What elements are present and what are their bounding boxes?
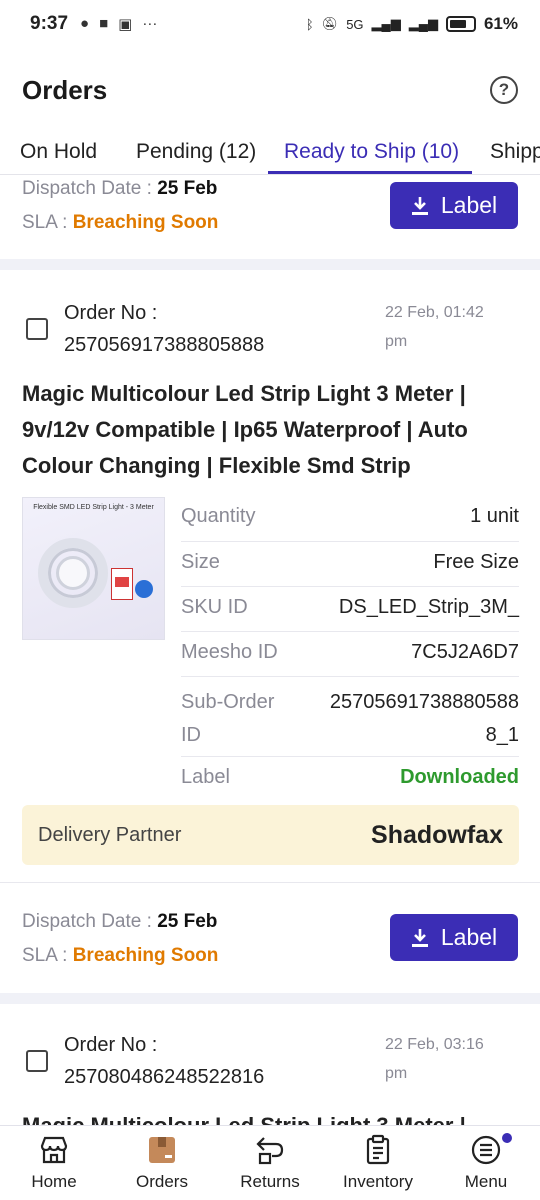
sub-order-key: Sub-Order ID <box>181 691 275 746</box>
box-icon <box>149 1137 175 1163</box>
page-title: Orders <box>22 74 108 105</box>
return-icon <box>256 1137 284 1165</box>
orders-list[interactable]: Dispatch Date : 25 Feb SLA : Breaching S… <box>0 175 540 1125</box>
calendar-icon: ▣ <box>118 16 133 33</box>
nav-inventory[interactable]: Inventory <box>324 1126 432 1200</box>
sub-order-value: 25705691738880588 8_1 <box>329 691 519 746</box>
tab-ready-to-ship[interactable]: Ready to Ship (10) <box>284 140 459 164</box>
order-checkbox[interactable] <box>26 318 48 340</box>
bottom-navigation: Home Orders Returns Inventory Menu <box>0 1125 540 1200</box>
section-gap <box>0 993 540 1004</box>
download-icon <box>411 928 428 947</box>
clipboard-icon <box>366 1134 390 1165</box>
mute-icon: 🔕︎ <box>321 16 339 31</box>
system-icons: ᛒ 🔕︎ 5G ▂▄▆ ▂▄▆ 61% <box>306 14 518 34</box>
question-circle-icon[interactable]: ? <box>490 76 518 104</box>
order-date: 22 Feb, 01:42 pm <box>385 304 484 350</box>
section-gap <box>0 259 540 270</box>
controller-image <box>135 580 153 598</box>
detail-row-meesho-id: Meesho ID 7C5J2A6D7 <box>181 632 519 677</box>
delivery-partner-name: Shadowfax <box>371 821 503 849</box>
delivery-partner-box: Delivery Partner Shadowfax <box>22 805 519 865</box>
product-title: Magic Multicolour Led Strip Light 3 Mete… <box>22 1108 522 1125</box>
signal-icon: ▂▄▆ <box>371 16 401 31</box>
detail-row-sub-order-id: Sub-Order ID 25705691738880588 8_1 <box>181 677 519 757</box>
store-icon <box>40 1136 68 1164</box>
product-title: Magic Multicolour Led Strip Light 3 Mete… <box>22 381 468 478</box>
nav-returns[interactable]: Returns <box>216 1126 324 1200</box>
order-date: 22 Feb, 03:16 pm <box>385 1036 484 1082</box>
dispatch-date: Dispatch Date : 25 Feb <box>22 178 218 199</box>
sla-status: SLA : Breaching Soon <box>22 945 219 966</box>
tab-pending[interactable]: Pending (12) <box>136 140 256 164</box>
order-tabs: On Hold Pending (12) Ready to Ship (10) … <box>0 130 540 175</box>
menu-notification-dot <box>502 1133 512 1143</box>
delivery-partner-label: Delivery Partner <box>38 824 182 846</box>
dispatch-date: Dispatch Date : 25 Feb <box>22 911 218 932</box>
status-bar: 9:37 ● ■ ▣ ··· ᛒ 🔕︎ 5G ▂▄▆ ▂▄▆ 61% <box>0 0 540 48</box>
battery-icon <box>445 16 476 32</box>
menu-icon <box>471 1135 501 1165</box>
notification-icons: ● ■ ▣ ··· <box>80 15 157 33</box>
nav-home[interactable]: Home <box>0 1126 108 1200</box>
sla-status: SLA : Breaching Soon <box>22 212 219 233</box>
nav-menu[interactable]: Menu <box>432 1126 540 1200</box>
download-label-button[interactable]: Label <box>390 914 518 961</box>
video-icon: ■ <box>99 15 109 32</box>
bluetooth-icon: ᛒ <box>305 16 314 32</box>
active-tab-indicator <box>268 171 472 174</box>
battery-percent: 61% <box>483 14 518 33</box>
page-header: Orders ? <box>0 60 540 120</box>
nav-orders[interactable]: Orders <box>108 1126 216 1200</box>
dispatch-row: Dispatch Date : 25 Feb SLA : Breaching S… <box>0 175 540 255</box>
order-number: Order No : 257080486248522816 <box>64 1034 265 1088</box>
detail-row-size: Size Free Size <box>181 542 519 587</box>
detail-row-sku: SKU ID DS_LED_Strip_3M_ <box>181 587 519 632</box>
reel-center <box>56 556 90 590</box>
status-time: 9:37 <box>30 13 69 34</box>
dispatch-row: Dispatch Date : 25 Feb SLA : Breaching S… <box>0 908 540 988</box>
detail-row-quantity: Quantity 1 unit <box>181 497 519 542</box>
order-number: Order No : 257056917388805888 <box>64 302 265 356</box>
tab-on-hold[interactable]: On Hold <box>20 140 97 164</box>
order-checkbox[interactable] <box>26 1050 48 1072</box>
tab-shipped[interactable]: Shipp <box>490 140 540 164</box>
thumbnail-caption: Flexible SMD LED Strip Light - 3 Meter <box>33 504 154 511</box>
divider <box>0 882 540 883</box>
chat-icon: ● <box>80 15 90 32</box>
more-icon: ··· <box>142 15 158 32</box>
order-details: Quantity 1 unit Size Free Size SKU ID DS… <box>181 497 519 802</box>
signal-icon-2: ▂▄▆ <box>408 16 438 31</box>
detail-row-label: Label Downloaded <box>181 766 519 788</box>
adapter-image <box>111 568 133 600</box>
download-label-button[interactable]: Label <box>390 182 518 229</box>
download-icon <box>411 196 428 215</box>
network-type: 5G <box>346 16 364 32</box>
product-thumbnail[interactable]: Flexible SMD LED Strip Light - 3 Meter <box>22 497 165 640</box>
